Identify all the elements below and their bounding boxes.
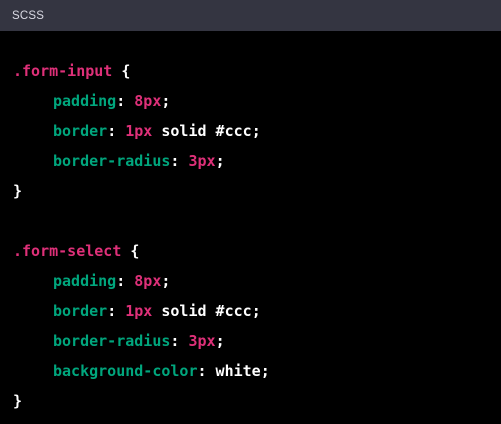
value-number: 8px: [134, 272, 162, 290]
code-line: border-radius: 3px;: [53, 152, 225, 170]
code-block: SCSS .form-input { padding: 8px; border: 1…: [0, 0, 501, 424]
value-rest: solid #ccc: [152, 122, 252, 140]
code-line: }: [13, 176, 270, 206]
code-line: padding: 8px;: [53, 272, 171, 290]
code-line: .form-input {: [13, 56, 270, 86]
code-line: border-radius: 3px;: [53, 332, 225, 350]
value-number: 1px: [125, 302, 153, 320]
code-line: border: 1px solid #ccc;: [53, 302, 261, 320]
value-rest: solid #ccc: [152, 302, 252, 320]
code-line: border: 1px solid #ccc;: [53, 122, 261, 140]
code-line: .form-select {: [13, 236, 270, 266]
property: border: [53, 122, 108, 140]
close-brace: }: [13, 182, 23, 200]
value-number: 3px: [188, 332, 216, 350]
code-line: }: [13, 386, 270, 416]
close-brace: }: [13, 392, 23, 410]
property: border-radius: [53, 152, 171, 170]
value-number: 1px: [125, 122, 153, 140]
value-number: 3px: [188, 152, 216, 170]
value-number: 8px: [134, 92, 162, 110]
open-brace: {: [112, 62, 131, 80]
code-line: background-color: white;: [53, 362, 270, 380]
property: padding: [53, 272, 117, 290]
open-brace: {: [121, 242, 140, 260]
property: border: [53, 302, 108, 320]
property: padding: [53, 92, 117, 110]
code-content[interactable]: .form-input { padding: 8px; border: 1px so…: [13, 56, 270, 416]
selector: .form-input: [13, 62, 113, 80]
selector: .form-select: [13, 242, 122, 260]
language-label: SCSS: [12, 9, 45, 22]
code-header: SCSS: [0, 0, 501, 31]
property: background-color: [53, 362, 198, 380]
code-line: padding: 8px;: [53, 92, 171, 110]
property: border-radius: [53, 332, 171, 350]
value-rest: white: [206, 362, 261, 380]
